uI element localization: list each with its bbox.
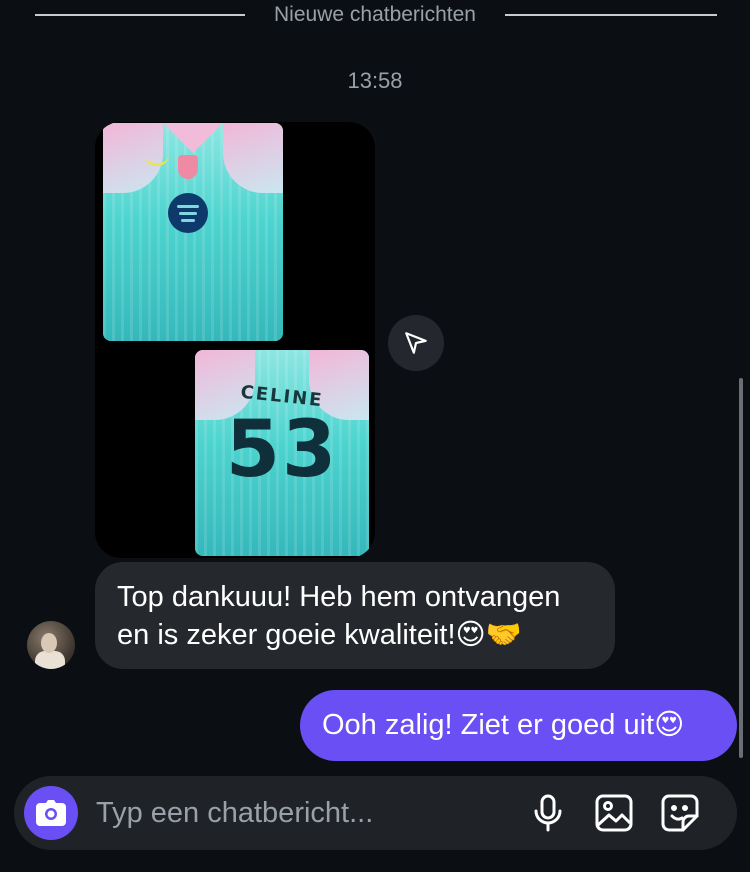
- outgoing-message-bubble[interactable]: Ooh zalig! Ziet er goed uit😍: [300, 690, 737, 761]
- paper-plane-icon: [405, 332, 427, 354]
- camera-icon: [36, 800, 66, 826]
- message-timestamp: 13:58: [347, 68, 403, 93]
- divider-line-left: [35, 14, 245, 16]
- sender-avatar[interactable]: [27, 621, 75, 669]
- sticker-button[interactable]: [660, 793, 700, 833]
- message-input[interactable]: [96, 792, 516, 834]
- microphone-button[interactable]: [528, 793, 568, 833]
- incoming-message-text: Top dankuuu! Heb hem ontvangen en is zek…: [117, 581, 561, 651]
- club-crest: [178, 155, 198, 179]
- divider-line-right: [505, 14, 717, 16]
- gallery-button[interactable]: [594, 793, 634, 833]
- camera-button[interactable]: [24, 786, 78, 840]
- outgoing-message-text: Ooh zalig! Ziet er goed uit😍: [322, 709, 685, 741]
- new-messages-label: Nieuwe chatberichten: [274, 3, 476, 26]
- new-messages-divider: Nieuwe chatberichten: [0, 0, 750, 30]
- incoming-message-bubble[interactable]: Top dankuuu! Heb hem ontvangen en is zek…: [95, 562, 615, 669]
- jersey-number: 53: [225, 405, 339, 495]
- share-button[interactable]: [388, 315, 444, 371]
- message-composer: [14, 776, 737, 850]
- sticker-icon: [661, 794, 699, 832]
- sponsor-logo: [168, 193, 208, 233]
- image-gallery-icon: [595, 794, 633, 832]
- microphone-icon: [534, 794, 562, 832]
- jersey-back-photo: CELINE 53: [195, 350, 369, 556]
- scrollbar[interactable]: [739, 378, 743, 758]
- shared-photo-message[interactable]: CELINE 53: [95, 122, 375, 558]
- jersey-front-photo: [103, 123, 283, 341]
